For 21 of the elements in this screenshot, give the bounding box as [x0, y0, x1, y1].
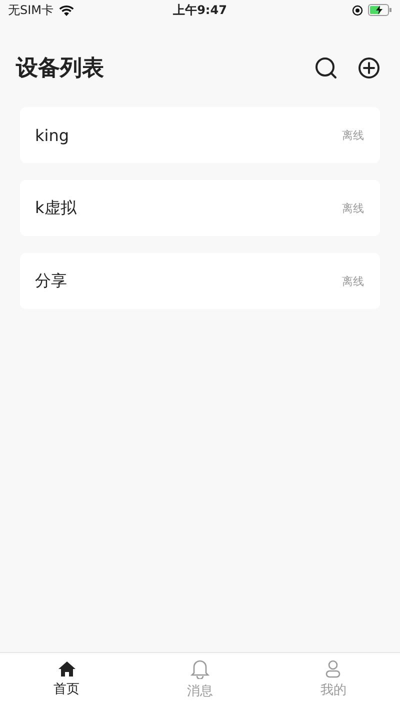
home-icon: [58, 661, 76, 677]
device-status: 离线: [342, 200, 364, 216]
battery-icon: [368, 4, 392, 16]
page-title: 设备列表: [16, 55, 104, 83]
device-name: 分享: [35, 270, 67, 292]
person-icon: [325, 660, 342, 678]
device-name: king: [35, 126, 70, 144]
device-card[interactable]: 分享 离线: [20, 253, 380, 309]
device-name: k虚拟: [35, 198, 76, 218]
carrier-label: 无SIM卡: [8, 2, 54, 18]
search-icon[interactable]: [315, 57, 337, 79]
rotation-lock-icon: [352, 4, 363, 16]
device-card[interactable]: king 离线: [20, 107, 380, 163]
device-status: 离线: [342, 274, 364, 288]
add-icon[interactable]: [358, 57, 380, 79]
tab-item[interactable]: 首页: [0, 653, 134, 710]
wifi-icon: [58, 4, 74, 16]
bell-icon: [190, 659, 210, 679]
status-time: 上午9:47: [173, 2, 227, 18]
device-card[interactable]: k虚拟 离线: [20, 180, 380, 236]
device-status: 离线: [342, 128, 364, 142]
